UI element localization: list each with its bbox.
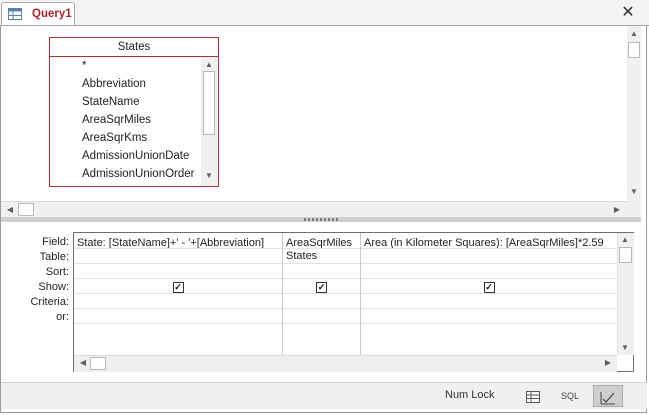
show-checkbox[interactable]: ✓ [483,282,495,293]
close-icon[interactable]: ✕ [620,5,636,21]
scroll-down-arrow-icon[interactable]: ▼ [628,186,640,198]
or-cell[interactable] [283,309,360,324]
criteria-cell[interactable] [361,294,617,309]
datasheet-view-icon [526,390,540,403]
table-pane-hscrollbar[interactable]: ◀ ▶ [1,201,627,218]
design-view-icon [600,391,615,405]
field-list: * Abbreviation StateName AreaSqrMiles Ar… [50,57,202,183]
show-checkbox[interactable]: ✓ [316,282,327,293]
table-cell[interactable] [361,249,617,264]
field-item-admissionunionorder[interactable]: AdmissionUnionOrder [50,165,202,183]
sort-cell[interactable] [74,264,282,279]
design-view-button[interactable] [593,385,623,407]
grid-column[interactable]: Area (in Kilometer Squares): [AreaSqrMil… [361,233,617,355]
scrollbar-thumb[interactable] [90,357,106,370]
field-item-areasqrkms[interactable]: AreaSqrKms [50,129,202,147]
show-checkbox[interactable]: ✓ [172,282,184,293]
or-cell[interactable] [361,309,617,324]
scrollbar-thumb[interactable] [18,203,34,216]
sql-view-button[interactable]: SQL [555,385,585,407]
num-lock-indicator: Num Lock [445,389,495,401]
scrollbar-thumb[interactable] [203,71,215,135]
table-cell[interactable] [74,249,282,264]
show-cell: ✓ [74,279,282,294]
tab-query1[interactable]: Query1 [1,2,75,26]
tab-bar: Query1 ✕ [0,0,649,26]
field-item-abbreviation[interactable]: Abbreviation [50,75,202,93]
scroll-down-arrow-icon[interactable]: ▼ [619,342,631,354]
sort-cell[interactable] [283,264,360,279]
field-cell[interactable]: State: [StateName]+' - '+[Abbreviation] [74,233,282,249]
field-item-statename[interactable]: StateName [50,93,202,111]
table-pane[interactable]: States * Abbreviation StateName AreaSqrM… [1,26,627,201]
scrollbar-thumb[interactable] [628,42,640,58]
scrollbar-thumb[interactable] [619,247,632,263]
table-cell[interactable]: States [283,249,360,264]
row-label-sort: Sort: [45,266,69,278]
grid-hscrollbar[interactable]: ◀ ▶ [74,355,617,372]
scroll-down-arrow-icon[interactable]: ▼ [203,170,215,182]
field-item-areasqrmiles[interactable]: AreaSqrMiles [50,111,202,129]
show-cell: ✓ [283,279,360,294]
sort-cell[interactable] [361,264,617,279]
grid-row-labels: Field: Table: Sort: Show: Criteria: or: [1,235,69,325]
scroll-up-arrow-icon[interactable]: ▲ [628,28,640,40]
table-title[interactable]: States [50,38,218,57]
field-item-all[interactable]: * [50,57,202,75]
field-list-scrollbar[interactable]: ▲ ▼ [201,57,217,186]
scroll-left-arrow-icon[interactable]: ◀ [77,357,89,369]
grid-vscrollbar[interactable]: ▲ ▼ [617,233,634,355]
status-bar: Num Lock SQL [1,382,647,409]
row-label-show: Show: [38,281,69,293]
table-states[interactable]: States * Abbreviation StateName AreaSqrM… [49,37,219,187]
criteria-cell[interactable] [74,294,282,309]
splitter-grip[interactable] [304,218,340,221]
grid-column[interactable]: AreaSqrMiles States ✓ [283,233,361,355]
row-label-table: Table: [39,251,69,263]
scroll-up-arrow-icon[interactable]: ▲ [619,234,631,246]
scroll-up-arrow-icon[interactable]: ▲ [203,59,215,71]
show-cell: ✓ [361,279,617,294]
datasheet-view-button[interactable] [518,385,548,407]
scroll-right-arrow-icon[interactable]: ▶ [611,204,623,216]
scroll-right-arrow-icon[interactable]: ▶ [602,357,614,369]
grid-column[interactable]: State: [StateName]+' - '+[Abbreviation] … [74,233,283,355]
row-label-field: Field: [42,236,69,248]
scroll-left-arrow-icon[interactable]: ◀ [4,204,16,216]
tab-label: Query1 [32,8,72,20]
table-pane-vscrollbar[interactable]: ▲ ▼ [627,26,641,201]
query-design-grid[interactable]: State: [StateName]+' - '+[Abbreviation] … [73,232,634,372]
row-label-criteria: Criteria: [30,296,69,308]
field-cell[interactable]: AreaSqrMiles [283,233,360,249]
row-label-or: or: [56,311,69,323]
criteria-cell[interactable] [283,294,360,309]
query-icon [8,8,22,20]
or-cell[interactable] [74,309,282,324]
scrollbar-corner [627,201,641,217]
field-cell[interactable]: Area (in Kilometer Squares): [AreaSqrMil… [361,233,617,249]
field-item-admissionuniondate[interactable]: AdmissionUnionDate [50,147,202,165]
